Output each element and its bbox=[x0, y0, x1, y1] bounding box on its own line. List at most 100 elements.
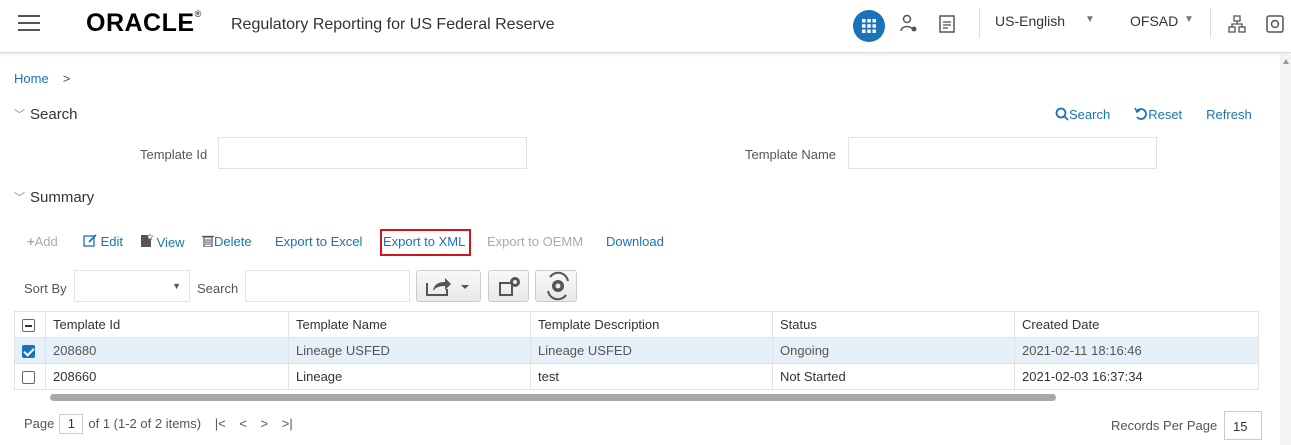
refresh-settings-button[interactable] bbox=[535, 270, 577, 302]
table-cell: 2021-02-11 18:16:46 bbox=[1014, 337, 1259, 364]
search-icon bbox=[1055, 107, 1069, 121]
table-cell: 208660 bbox=[45, 363, 289, 390]
hierarchy-icon[interactable] bbox=[1228, 14, 1246, 34]
reset-icon bbox=[1134, 107, 1148, 120]
reset-button[interactable]: Reset bbox=[1134, 107, 1194, 122]
table-row[interactable]: 208680 Lineage USFED Lineage USFED Ongoi… bbox=[14, 337, 1259, 364]
summary-section-header[interactable]: ﹀ Summary bbox=[14, 189, 94, 206]
select-all-cell bbox=[14, 311, 46, 338]
table-cell: Lineage USFED bbox=[530, 337, 773, 364]
page-number-input[interactable]: 1 bbox=[59, 414, 84, 434]
row-checkbox[interactable] bbox=[22, 345, 35, 359]
table-cell: Not Started bbox=[772, 363, 1015, 390]
last-page-icon[interactable]: >| bbox=[282, 416, 293, 431]
row-checkbox-cell bbox=[14, 363, 46, 390]
settings-grid-button[interactable] bbox=[488, 270, 529, 302]
add-button[interactable]: +Add bbox=[27, 234, 58, 249]
download-button[interactable]: Download bbox=[606, 234, 664, 249]
sort-by-select[interactable]: ▼ bbox=[74, 270, 190, 302]
grid-settings-icon bbox=[499, 277, 520, 296]
template-name-label: Template Name bbox=[745, 147, 837, 162]
chevron-down-icon: ▼ bbox=[172, 281, 181, 291]
app-header: ORACLE® Regulatory Reporting for US Fede… bbox=[0, 0, 1291, 53]
export-to-xml-highlight bbox=[380, 229, 471, 256]
export-to-excel-button[interactable]: Export to Excel bbox=[275, 234, 362, 249]
gear-refresh-icon bbox=[547, 271, 569, 301]
table-cell: 208680 bbox=[45, 337, 289, 364]
oracle-logo: ORACLE® bbox=[86, 9, 202, 37]
edit-button[interactable]: Edit bbox=[83, 234, 123, 249]
page-label: Page bbox=[24, 416, 55, 431]
next-page-icon[interactable]: > bbox=[261, 416, 269, 431]
column-header[interactable]: Template Name bbox=[288, 311, 531, 338]
breadcrumb: Home > bbox=[14, 71, 70, 86]
search-actions: Search Reset Refresh bbox=[1055, 107, 1264, 122]
refresh-button[interactable]: Refresh bbox=[1206, 107, 1252, 122]
select-all-checkbox[interactable] bbox=[22, 319, 35, 333]
vertical-scrollbar[interactable] bbox=[1280, 55, 1291, 445]
chevron-down-icon[interactable]: ▼ bbox=[1085, 14, 1095, 25]
breadcrumb-home[interactable]: Home bbox=[14, 71, 49, 86]
table-cell: 2021-02-03 16:37:34 bbox=[1014, 363, 1259, 390]
column-header[interactable]: Status bbox=[772, 311, 1015, 338]
summary-section-title: Summary bbox=[30, 189, 95, 206]
templates-table: Template Id Template Name Template Descr… bbox=[14, 311, 1259, 390]
app-title: Regulatory Reporting for US Federal Rese… bbox=[231, 16, 555, 33]
first-page-icon[interactable]: |< bbox=[215, 416, 226, 431]
view-button-label: View bbox=[156, 235, 185, 250]
edit-icon bbox=[83, 234, 97, 247]
trash-icon bbox=[202, 235, 214, 248]
view-button[interactable]: View bbox=[139, 233, 185, 250]
reset-button-label: Reset bbox=[1148, 107, 1183, 122]
table-header-row: Template Id Template Name Template Descr… bbox=[14, 311, 1259, 338]
user-admin-icon[interactable] bbox=[900, 14, 918, 34]
share-icon bbox=[426, 278, 469, 296]
table-cell: Lineage USFED bbox=[288, 337, 531, 364]
profile-icon[interactable] bbox=[1266, 14, 1284, 34]
header-divider bbox=[1210, 8, 1211, 38]
export-to-oemm-button[interactable]: Export to OEMM bbox=[487, 234, 583, 249]
add-button-label: Add bbox=[34, 234, 58, 249]
search-section-header[interactable]: ﹀ Search bbox=[14, 106, 78, 123]
table-cell: test bbox=[530, 363, 773, 390]
user-menu[interactable]: OFSAD bbox=[1130, 13, 1178, 29]
horizontal-scrollbar[interactable] bbox=[50, 394, 1056, 401]
row-checkbox-cell bbox=[14, 337, 46, 364]
template-id-label: Template Id bbox=[140, 147, 208, 162]
language-selector[interactable]: US-English bbox=[995, 13, 1065, 29]
table-row[interactable]: 208660 Lineage test Not Started 2021-02-… bbox=[14, 363, 1259, 390]
chevron-down-icon[interactable]: ﹀ bbox=[14, 189, 25, 205]
column-header[interactable]: Template Description bbox=[530, 311, 773, 338]
notepad-icon[interactable] bbox=[938, 14, 956, 34]
previous-page-icon[interactable]: < bbox=[239, 416, 247, 431]
records-per-page-label: Records Per Page bbox=[1111, 418, 1218, 433]
view-icon bbox=[141, 233, 154, 247]
column-header[interactable]: Created Date bbox=[1014, 311, 1259, 338]
search-section-title: Search bbox=[30, 106, 78, 123]
delete-button[interactable]: Delete bbox=[202, 234, 252, 249]
grid-search-input[interactable] bbox=[245, 270, 410, 302]
search-button[interactable]: Search bbox=[1055, 107, 1122, 122]
edit-button-label: Edit bbox=[100, 234, 124, 249]
template-id-input[interactable] bbox=[218, 137, 527, 169]
chevron-down-icon[interactable]: ▼ bbox=[1184, 14, 1194, 25]
apps-grid-icon[interactable] bbox=[853, 10, 885, 42]
table-cell: Ongoing bbox=[772, 337, 1015, 364]
grid-search-label: Search bbox=[197, 281, 239, 296]
sort-by-label: Sort By bbox=[24, 281, 67, 296]
pager: Page 1 of 1 (1-2 of 2 items) |< < > >| bbox=[24, 414, 293, 434]
column-header[interactable]: Template Id bbox=[45, 311, 289, 338]
export-menu-button[interactable] bbox=[416, 270, 481, 302]
template-name-input[interactable] bbox=[848, 137, 1157, 169]
header-divider bbox=[979, 8, 980, 38]
table-cell: Lineage bbox=[288, 363, 531, 390]
chevron-right-icon: > bbox=[62, 71, 71, 86]
search-button-label: Search bbox=[1069, 107, 1111, 122]
row-checkbox[interactable] bbox=[22, 371, 35, 385]
page-info: of 1 (1-2 of 2 items) bbox=[88, 416, 202, 431]
records-per-page-input[interactable]: 15 bbox=[1224, 411, 1262, 440]
menu-icon[interactable] bbox=[18, 15, 40, 31]
chevron-down-icon[interactable]: ﹀ bbox=[14, 106, 25, 122]
delete-button-label: Delete bbox=[214, 234, 252, 249]
plus-icon: + bbox=[27, 234, 35, 249]
